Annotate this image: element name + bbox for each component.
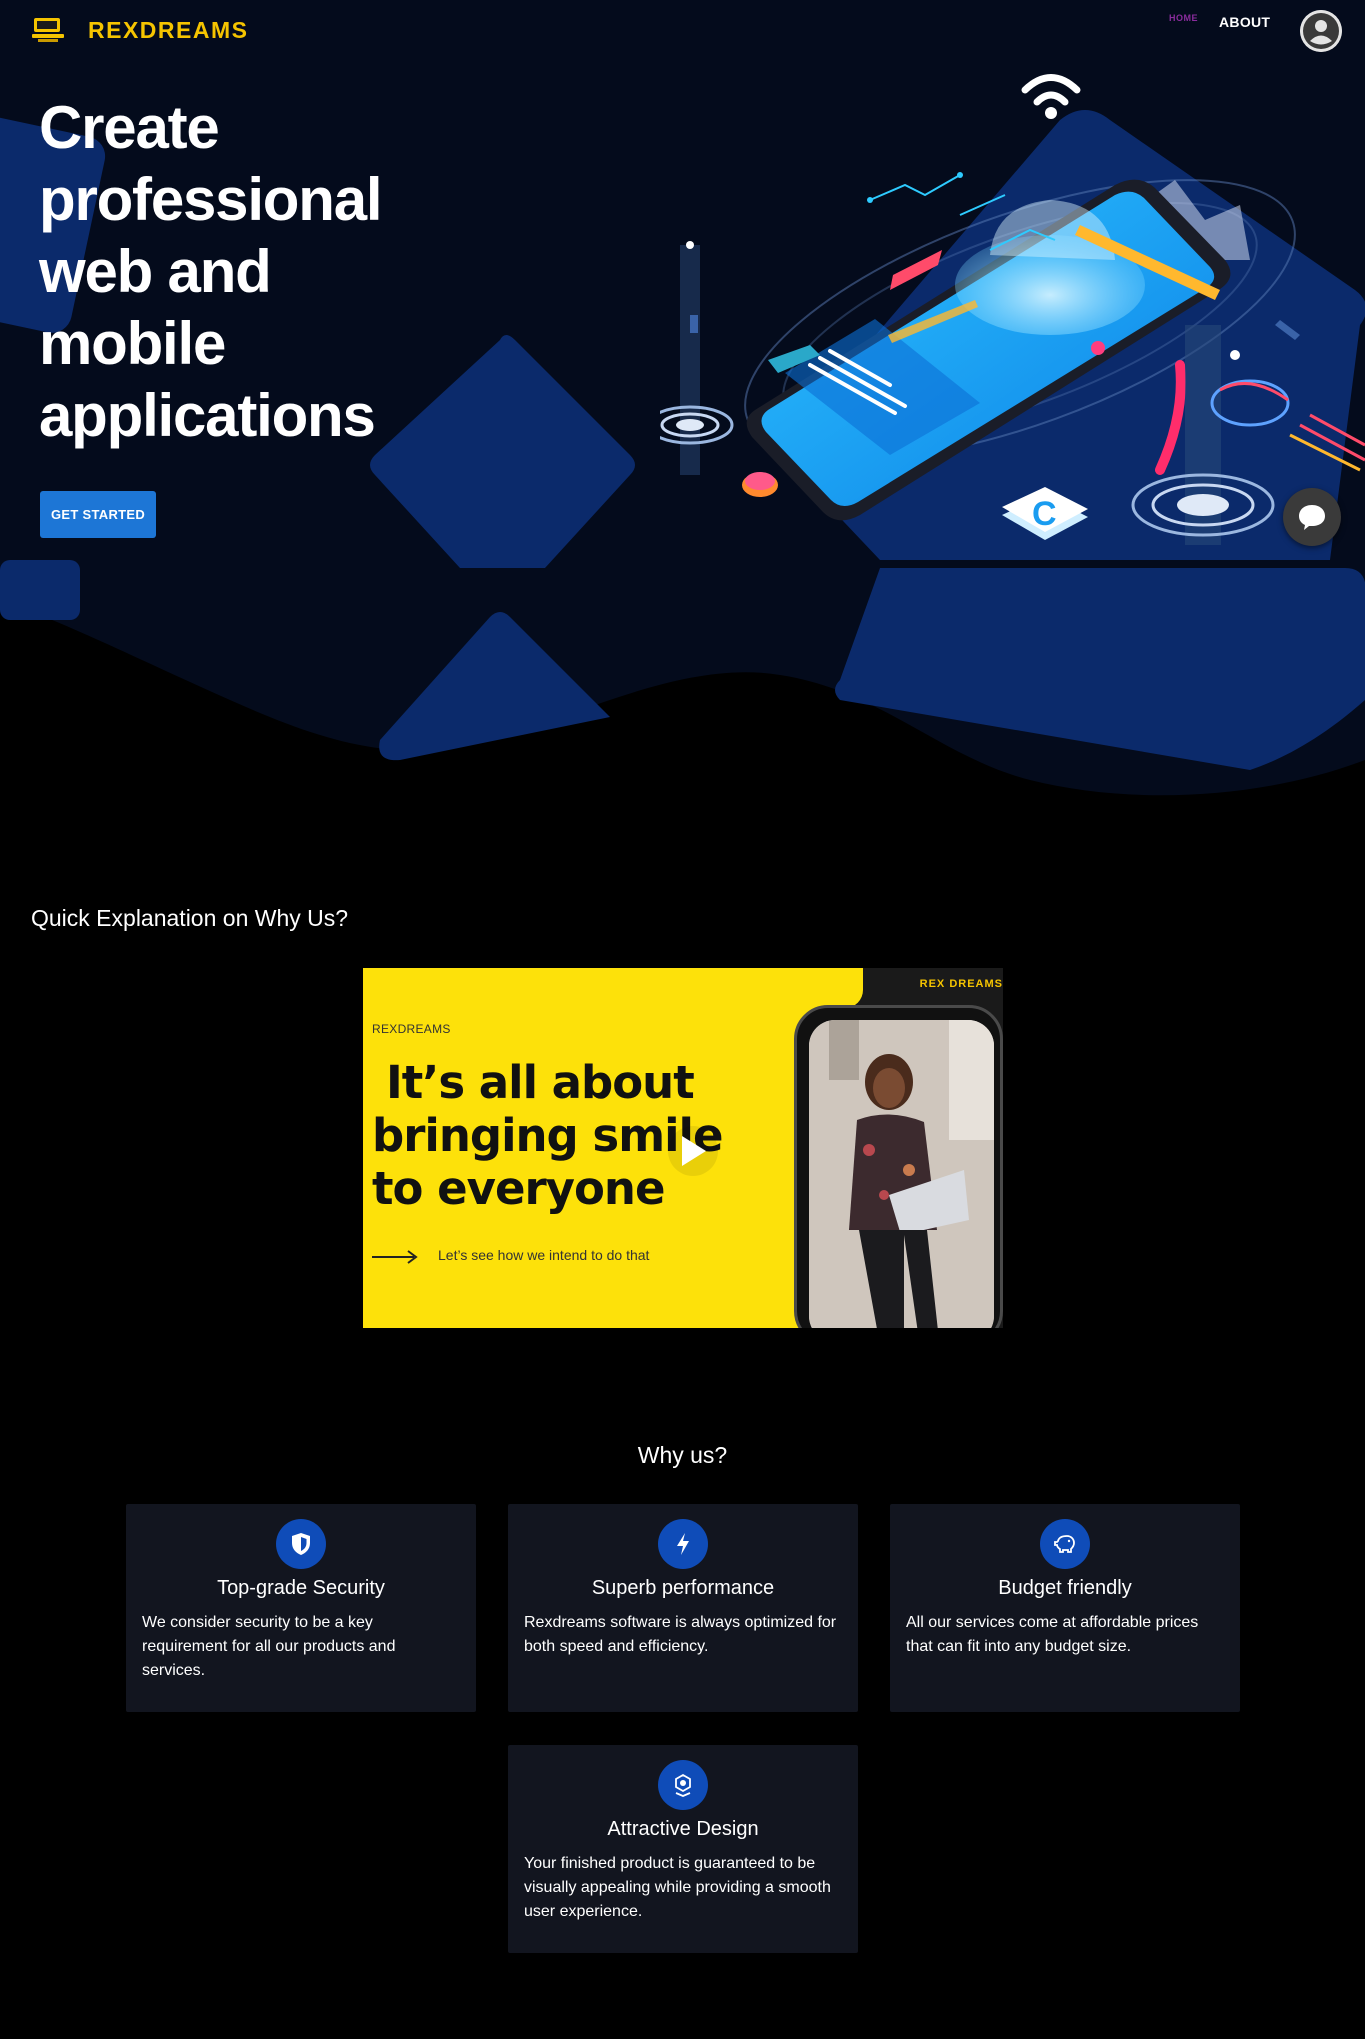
chat-launcher-button[interactable] (1283, 488, 1341, 546)
lightning-icon (677, 1533, 689, 1555)
feature-card-text: We consider security to be a key require… (142, 1614, 396, 1679)
why-us-heading: Why us? (637, 1442, 728, 1468)
get-started-button[interactable]: GET STARTED (40, 491, 156, 538)
video-player[interactable]: REX DREAMS REXDREAMS It’s all about brin… (363, 968, 1003, 1328)
account-circle-icon (1300, 10, 1342, 52)
video-headline-line-3: to everyone (372, 1162, 665, 1215)
video-brand-label: REXDREAMS (372, 1022, 451, 1036)
feature-card-title: Superb performance (591, 1577, 775, 1599)
brand-name: REXDREAMS (88, 16, 249, 43)
feature-card-text: Your finished product is guaranteed to b… (524, 1855, 831, 1920)
nav-link-about[interactable]: ABOUT (1219, 14, 1270, 30)
feature-card-text: Rexdreams software is always optimized f… (524, 1614, 837, 1655)
video-person-image (809, 1020, 994, 1328)
video-thumbnail-tab (783, 968, 863, 1008)
feature-icon-badge (658, 1760, 708, 1810)
svg-text:C: C (1032, 495, 1057, 533)
feature-card-title: Budget friendly (998, 1577, 1132, 1599)
piggy-bank-icon (1054, 1535, 1075, 1553)
nav-link-home[interactable]: HOME (1169, 13, 1198, 23)
hero-illustration: C (660, 74, 1365, 545)
brand-logo-icon (32, 18, 64, 42)
feature-card-text: All our services come at affordable pric… (906, 1614, 1199, 1655)
brand[interactable]: REXDREAMS (32, 16, 248, 44)
video-play-button[interactable] (668, 1126, 718, 1176)
arrow-right-icon (372, 1250, 418, 1264)
wifi-icon (1021, 74, 1081, 106)
video-subtext: Let’s see how we intend to do that (438, 1247, 650, 1263)
video-headline-line-1: It’s all about (386, 1056, 695, 1109)
feature-card-design: Attractive Design Your finished product … (508, 1745, 858, 1953)
feature-card-title: Top-grade Security (217, 1577, 385, 1599)
video-corner-brand: REX DREAMS (919, 978, 1003, 990)
feature-icon-badge (1040, 1519, 1090, 1569)
shield-icon (292, 1533, 310, 1555)
account-avatar[interactable] (1300, 10, 1342, 52)
hero-section: REXDREAMS HOME ABOUT Create professional… (0, 0, 1365, 820)
chat-bubble-icon (1299, 505, 1325, 530)
design-icon (675, 1773, 691, 1797)
feature-icon-badge (276, 1519, 326, 1569)
hero-title: Create professional web and mobile appli… (39, 94, 383, 449)
feature-card-security: Top-grade Security We consider security … (126, 1504, 476, 1712)
feature-card-performance: Superb performance Rexdreams software is… (508, 1504, 858, 1712)
feature-card-budget: Budget friendly All our services come at… (890, 1504, 1240, 1712)
feature-card-title: Attractive Design (607, 1818, 759, 1840)
video-section-heading: Quick Explanation on Why Us? (31, 905, 349, 931)
play-icon (682, 1136, 706, 1166)
video-phone-frame (794, 1005, 1003, 1328)
feature-icon-badge (658, 1519, 708, 1569)
